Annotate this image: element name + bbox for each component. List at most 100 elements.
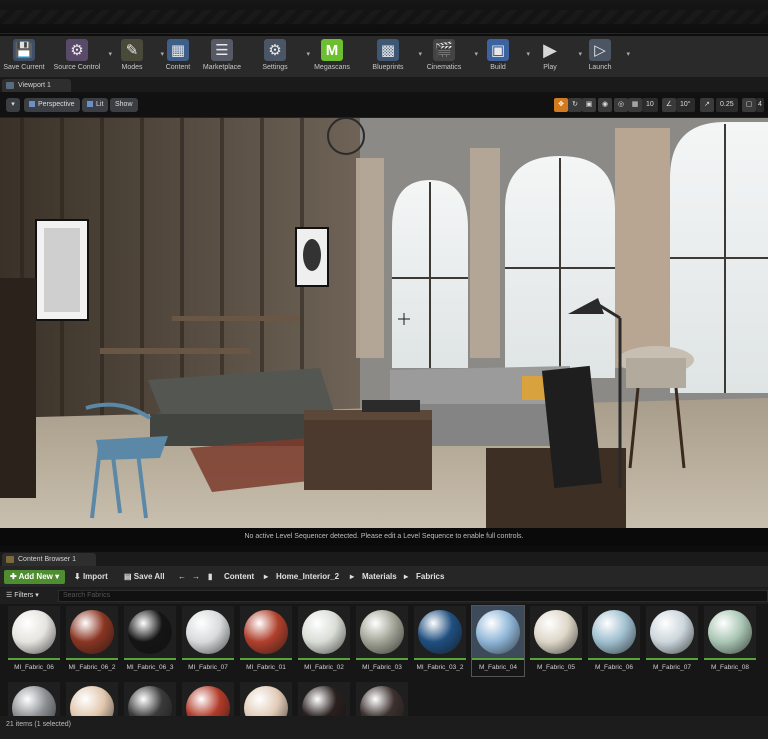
asset-tile[interactable]: MI_Fabric_01 (240, 606, 292, 676)
main-toolbar: 💾 Save Current ⚙ Source Control ▾ ✎ Mode… (0, 36, 768, 78)
save-all-button[interactable]: ▤ Save All (124, 570, 165, 584)
material-sphere-icon (302, 610, 346, 654)
asset-tile[interactable] (182, 682, 234, 716)
surface-snap-icon[interactable]: ◎ (614, 98, 628, 112)
asset-tile[interactable] (8, 682, 60, 716)
camera-speed-icon[interactable]: ▢ (742, 98, 756, 112)
cinematics-label: Cinematics (426, 64, 462, 71)
rotate-mode-icon[interactable]: ↻ (568, 98, 582, 112)
lit-button[interactable]: Lit (82, 98, 109, 112)
asset-tile[interactable]: M_Fabric_07 (646, 606, 698, 676)
material-sphere-icon (128, 610, 172, 654)
material-sphere-icon (302, 686, 346, 716)
asset-type-bar (472, 658, 524, 660)
play-button[interactable]: ▶ Play ▾ (524, 36, 582, 78)
asset-tile[interactable]: MI_Fabric_06_3 (124, 606, 176, 676)
asset-tile[interactable] (124, 682, 176, 716)
grid-snap-icon[interactable]: ▦ (628, 98, 642, 112)
asset-tile[interactable]: MI_Fabric_03_2 (414, 606, 466, 676)
back-arrow-icon[interactable]: ← (178, 570, 186, 584)
show-button[interactable]: Show (110, 98, 138, 112)
breadcrumb-separator-icon: ▸ (404, 572, 409, 581)
asset-tile[interactable]: MI_Fabric_06_2 (66, 606, 118, 676)
asset-thumbnail (356, 682, 408, 716)
asset-type-bar (588, 658, 640, 660)
asset-tile[interactable]: MI_Fabric_06 (8, 606, 60, 676)
content-button[interactable]: ▦ Content (158, 36, 198, 78)
asset-thumbnail (414, 606, 466, 658)
folder-icon[interactable]: ▮ (208, 570, 212, 584)
breadcrumb-materials[interactable]: Materials (362, 570, 397, 584)
camera-speed-value[interactable]: 4 (756, 98, 764, 112)
blueprints-label: Blueprints (372, 64, 404, 71)
scale-snap-value[interactable]: 0.25 (716, 98, 738, 112)
content-browser-footer: 21 items (1 selected) (0, 716, 768, 739)
import-button[interactable]: ⬇ Import (74, 570, 108, 584)
asset-thumbnail (646, 606, 698, 658)
settings-button[interactable]: ⚙ Settings ▾ (246, 36, 310, 78)
build-button[interactable]: ▣ Build ▾ (472, 36, 530, 78)
asset-tile[interactable]: MI_Fabric_03 (356, 606, 408, 676)
asset-thumbnail (356, 606, 408, 658)
source-control-icon: ⚙ (66, 39, 88, 61)
blueprints-icon: ▩ (377, 39, 399, 61)
asset-tile[interactable]: M_Fabric_05 (530, 606, 582, 676)
add-new-button[interactable]: ✚ Add New ▾ (4, 570, 66, 584)
asset-tile[interactable] (356, 682, 408, 716)
item-count: 21 items (1 selected) (6, 721, 71, 728)
show-label: Show (115, 101, 133, 108)
asset-type-bar (240, 658, 292, 660)
save-current-button[interactable]: 💾 Save Current (0, 36, 48, 78)
rotation-snap-icon[interactable]: ∠ (662, 98, 676, 112)
asset-thumbnail (298, 606, 350, 658)
filters-button[interactable]: ☰ Filters ▾ (6, 590, 39, 602)
launch-button[interactable]: ▷ Launch ▾ (576, 36, 630, 78)
level-viewport[interactable] (0, 118, 768, 528)
content-icon: ▦ (167, 39, 189, 61)
cinematics-button[interactable]: 🎬 Cinematics ▾ (416, 36, 478, 78)
source-control-button[interactable]: ⚙ Source Control ▾ (48, 36, 112, 78)
marketplace-button[interactable]: ☰ Marketplace (198, 36, 246, 78)
asset-tile[interactable]: M_Fabric_08 (704, 606, 756, 676)
search-input[interactable]: Search Fabrics (58, 590, 768, 602)
chevron-down-icon[interactable]: ▾ (626, 50, 630, 58)
launch-label: Launch (588, 64, 612, 71)
asset-name: MI_Fabric_03 (362, 664, 402, 671)
import-icon: ⬇ (74, 572, 83, 581)
select-mode-icon[interactable]: ✥ (554, 98, 568, 112)
asset-tile[interactable]: M_Fabric_06 (588, 606, 640, 676)
content-label: Content (165, 64, 191, 71)
asset-tile[interactable]: MI_Fabric_07 (182, 606, 234, 676)
forward-arrow-icon[interactable]: → (192, 570, 200, 584)
asset-tile[interactable] (298, 682, 350, 716)
asset-name: MI_Fabric_07 (188, 664, 228, 671)
breadcrumb-home-interior[interactable]: Home_Interior_2 (276, 570, 339, 584)
asset-tile[interactable] (66, 682, 118, 716)
modes-button[interactable]: ✎ Modes ▾ (106, 36, 164, 78)
scale-mode-icon[interactable]: ▣ (582, 98, 596, 112)
breadcrumb-content[interactable]: Content (224, 570, 254, 584)
chevron-down-icon: ▾ (55, 572, 60, 581)
asset-tile[interactable]: MI_Fabric_02 (298, 606, 350, 676)
grid-snap-value[interactable]: 10 (642, 98, 658, 112)
breadcrumb-fabrics[interactable]: Fabrics (416, 570, 444, 584)
world-space-icon[interactable]: ◉ (598, 98, 612, 112)
perspective-button[interactable]: Perspective (24, 98, 80, 112)
asset-name: M_Fabric_06 (595, 664, 633, 671)
asset-type-bar (356, 658, 408, 660)
tab-content-browser-1[interactable]: Content Browser 1 (2, 553, 96, 566)
scale-snap-icon[interactable]: ↗ (700, 98, 714, 112)
tab-viewport-1[interactable]: Viewport 1 (2, 79, 71, 92)
asset-thumbnail (8, 606, 60, 658)
blueprints-button[interactable]: ▩ Blueprints ▾ (360, 36, 422, 78)
lit-label: Lit (96, 101, 104, 108)
megascans-button[interactable]: M Megascans (304, 36, 360, 78)
viewport-options-button[interactable]: ▾ (6, 98, 20, 112)
asset-tile[interactable] (240, 682, 292, 716)
asset-thumbnail (240, 606, 292, 658)
asset-tile[interactable]: M_Fabric_04 (471, 605, 525, 677)
material-sphere-icon (360, 686, 404, 716)
window-title-bar (0, 0, 768, 34)
rotation-snap-value[interactable]: 10° (676, 98, 695, 112)
play-label: Play (543, 64, 557, 71)
